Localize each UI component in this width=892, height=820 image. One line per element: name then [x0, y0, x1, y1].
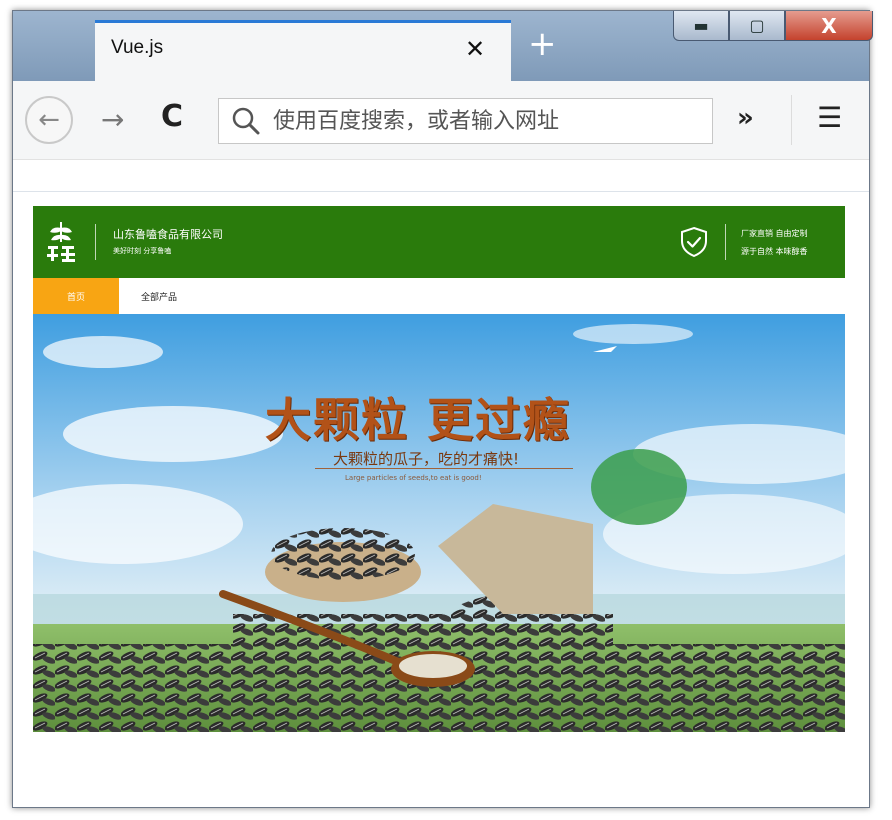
header-tagline-1: 厂家直销 自由定制 [741, 229, 808, 238]
window-controls: ▬ ▢ X [673, 11, 873, 41]
back-button[interactable]: ← [25, 96, 73, 144]
page-viewport: 山东鲁嗑食品有限公司 美好时刻 分享鲁嗑 厂家直销 自由定制 源于自然 本味醇香… [13, 160, 869, 807]
url-bar[interactable] [218, 98, 713, 144]
maximize-button[interactable]: ▢ [729, 11, 785, 41]
banner-underline [315, 468, 573, 469]
nav-item-all-products[interactable]: 全部产品 [141, 278, 177, 314]
title-bar: Vue.js ✕ + ▬ ▢ X [13, 11, 873, 81]
new-tab-button[interactable]: + [528, 27, 557, 61]
toolbar-divider [791, 95, 792, 145]
forward-button[interactable]: → [101, 103, 124, 136]
tab-close-button[interactable]: ✕ [465, 35, 485, 63]
navigation-bar: ← → C » ☰ [13, 81, 869, 160]
browser-tab[interactable]: Vue.js ✕ [95, 20, 511, 81]
company-name: 山东鲁嗑食品有限公司 [113, 228, 223, 241]
banner-headline: 大颗粒 更过瘾 [265, 393, 572, 447]
url-input[interactable] [273, 106, 703, 136]
shield-icon [681, 226, 707, 258]
header-divider-right [725, 224, 726, 260]
banner-subline: 大颗粒的瓜子，吃的才痛快! [333, 450, 520, 468]
overflow-menu-button[interactable]: » [737, 103, 754, 133]
company-slogan: 美好时刻 分享鲁嗑 [113, 247, 172, 255]
banner-english: Large particles of seeds,to eat is good! [345, 474, 482, 482]
page-top-spacer [13, 160, 869, 192]
menu-button[interactable]: ☰ [817, 101, 842, 134]
header-divider [95, 224, 96, 260]
close-window-button[interactable]: X [785, 11, 873, 41]
minimize-button[interactable]: ▬ [673, 11, 729, 41]
site-header: 山东鲁嗑食品有限公司 美好时刻 分享鲁嗑 厂家直销 自由定制 源于自然 本味醇香 [33, 206, 845, 278]
reload-button[interactable]: C [161, 99, 183, 134]
site-nav: 首页 全部产品 [33, 278, 845, 314]
banner-image [33, 314, 845, 732]
browser-window: Vue.js ✕ + ▬ ▢ X ← → C » ☰ [12, 10, 873, 808]
tab-title: Vue.js [111, 37, 164, 58]
hero-banner[interactable]: 大颗粒 更过瘾 大颗粒的瓜子，吃的才痛快! Large particles of… [33, 314, 845, 732]
header-tagline-2: 源于自然 本味醇香 [741, 247, 808, 256]
back-arrow-icon: ← [38, 105, 60, 135]
nav-item-home[interactable]: 首页 [33, 278, 119, 314]
search-icon [232, 107, 260, 135]
logo-icon [47, 222, 75, 262]
